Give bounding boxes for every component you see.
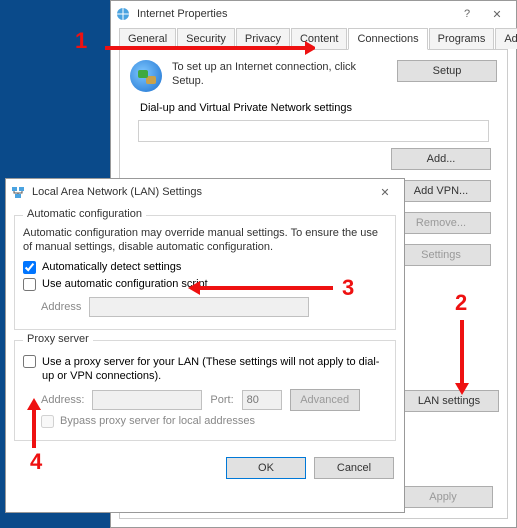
auto-config-note: Automatic configuration may override man…: [23, 226, 387, 255]
lan-titlebar: Local Area Network (LAN) Settings ✕: [6, 179, 404, 205]
proxy-port-input: [242, 390, 282, 410]
lan-close-button[interactable]: ✕: [370, 181, 400, 203]
use-script-checkbox[interactable]: [23, 278, 36, 291]
annotation-4-arrow: [22, 398, 46, 452]
auto-config-legend: Automatic configuration: [23, 208, 146, 220]
auto-detect-checkbox[interactable]: [23, 261, 36, 274]
titlebar: Internet Properties ? ✕: [111, 1, 516, 27]
setup-text: To set up an Internet connection, click …: [172, 60, 387, 89]
proxy-advanced-button: Advanced: [290, 389, 360, 411]
auto-config-group: Automatic configuration Automatic config…: [14, 215, 396, 330]
dvpn-listbox[interactable]: [138, 120, 489, 142]
settings-button: Settings: [391, 244, 491, 266]
lan-settings-dialog: Local Area Network (LAN) Settings ✕ Auto…: [5, 178, 405, 513]
dvpn-group-label: Dial-up and Virtual Private Network sett…: [136, 102, 356, 114]
script-address-label: Address: [41, 301, 81, 313]
tab-advanced[interactable]: Advanced: [495, 28, 517, 49]
globe-icon: [130, 60, 162, 92]
auto-detect-label: Automatically detect settings: [42, 261, 181, 273]
annotation-1-arrow: [95, 38, 315, 58]
use-proxy-label: Use a proxy server for your LAN (These s…: [42, 355, 387, 384]
network-icon: [10, 184, 26, 200]
dvpn-group: Dial-up and Virtual Private Network sett…: [130, 110, 497, 150]
tab-programs[interactable]: Programs: [429, 28, 495, 49]
internet-icon: [115, 6, 131, 22]
annotation-2: 2: [455, 290, 467, 316]
parent-apply-button: Apply: [393, 486, 493, 508]
setup-button[interactable]: Setup: [397, 60, 497, 82]
lan-settings-button[interactable]: LAN settings: [399, 390, 499, 412]
proxy-group: Proxy server Use a proxy server for your…: [14, 340, 396, 442]
proxy-address-label: Address:: [41, 394, 84, 406]
remove-button: Remove...: [391, 212, 491, 234]
proxy-address-input: [92, 390, 202, 410]
annotation-2-arrow: [452, 315, 472, 395]
add-vpn-button[interactable]: Add VPN...: [391, 180, 491, 202]
bypass-local-label: Bypass proxy server for local addresses: [60, 415, 255, 427]
annotation-3: 3: [342, 275, 354, 301]
lan-window-title: Local Area Network (LAN) Settings: [32, 186, 370, 198]
script-address-input: [89, 297, 309, 317]
annotation-1: 1: [75, 28, 87, 54]
proxy-port-label: Port:: [210, 394, 233, 406]
annotation-4: 4: [30, 449, 42, 475]
proxy-legend: Proxy server: [23, 333, 93, 345]
tab-connections[interactable]: Connections: [348, 28, 427, 50]
lan-ok-button[interactable]: OK: [226, 457, 306, 479]
lan-cancel-button[interactable]: Cancel: [314, 457, 394, 479]
annotation-3-arrow: [188, 278, 338, 298]
use-proxy-checkbox[interactable]: [23, 355, 36, 368]
add-button[interactable]: Add...: [391, 148, 491, 170]
close-button[interactable]: ✕: [482, 3, 512, 25]
window-title: Internet Properties: [137, 8, 452, 20]
help-button[interactable]: ?: [452, 3, 482, 25]
use-script-label: Use automatic configuration script: [42, 278, 208, 290]
